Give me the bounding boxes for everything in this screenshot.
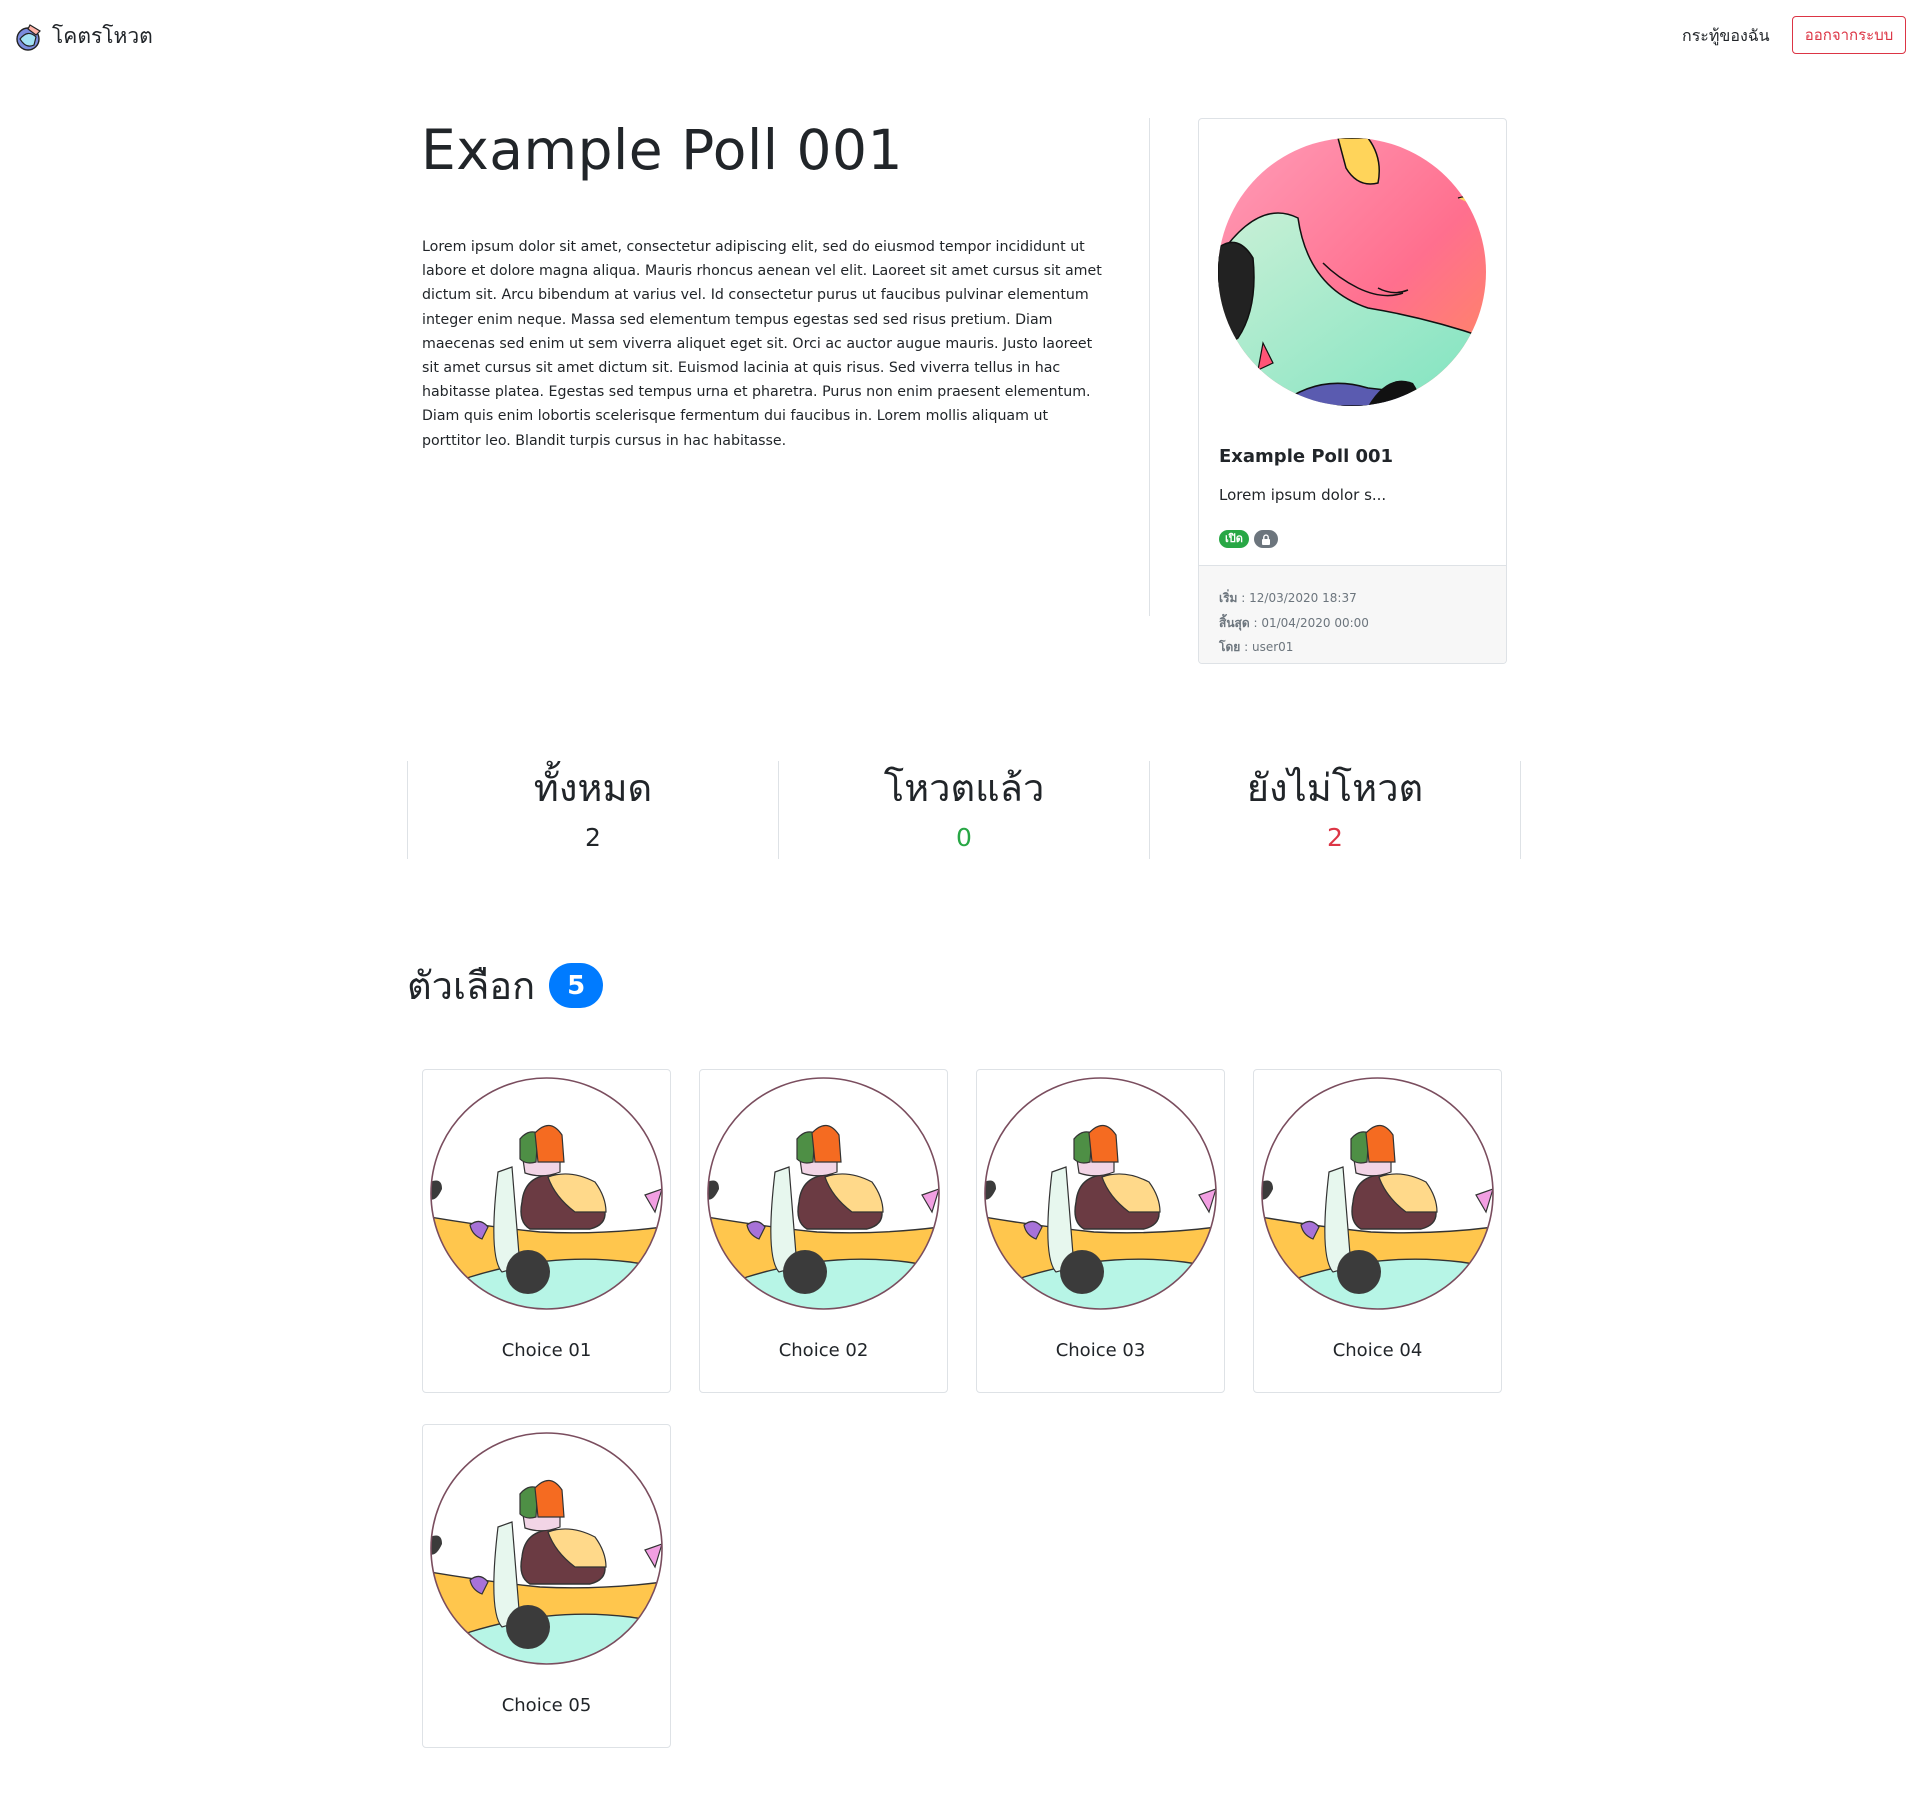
choice-label: Choice 02 xyxy=(778,1340,869,1361)
poll-description: Lorem ipsum dolor sit amet, consectetur … xyxy=(422,239,1102,449)
start-label: เริ่ม xyxy=(1219,591,1238,605)
choice-image xyxy=(707,1077,940,1310)
stat-total-value: 2 xyxy=(585,823,601,852)
stat-voted-label: โหวตแล้ว xyxy=(883,766,1045,810)
choice-label: Choice 01 xyxy=(501,1340,592,1361)
my-polls-link[interactable]: กระทู้ของฉัน xyxy=(1682,24,1770,49)
stat-not-voted-value: 2 xyxy=(1327,823,1343,852)
choice-image xyxy=(984,1077,1217,1310)
poll-summary-card: Example Poll 001 Lorem ipsum dolor s... … xyxy=(1198,118,1507,664)
stat-total-label: ทั้งหมด xyxy=(533,766,653,810)
choice-image xyxy=(1261,1077,1494,1310)
vertical-divider xyxy=(1149,118,1150,616)
brand[interactable]: โคตรโหวต xyxy=(14,20,153,53)
stat-total: ทั้งหมด 2 xyxy=(407,761,778,859)
poll-cover-image xyxy=(1218,138,1486,406)
card-title: Example Poll 001 xyxy=(1219,446,1394,467)
choice-image xyxy=(430,1432,663,1665)
choice-card[interactable]: Choice 04 xyxy=(1253,1069,1502,1393)
poll-title: Example Poll 001 xyxy=(421,118,903,182)
choices-title: ตัวเลือก xyxy=(407,964,536,1008)
end-value: : 01/04/2020 00:00 xyxy=(1253,615,1369,630)
end-date-row: สิ้นสุด : 01/04/2020 00:00 xyxy=(1219,611,1506,636)
by-value: : user01 xyxy=(1244,640,1294,654)
stat-not-voted-label: ยังไม่โหวต xyxy=(1246,766,1424,810)
lock-icon xyxy=(1253,530,1278,548)
brand-logo-icon xyxy=(16,23,41,51)
choice-label: Choice 05 xyxy=(501,1695,592,1716)
stat-voted-value: 0 xyxy=(956,823,972,852)
start-date-row: เริ่ม : 12/03/2020 18:37 xyxy=(1219,586,1506,611)
vote-stats: ทั้งหมด 2 โหวตแล้ว 0 ยังไม่โหวต 2 xyxy=(407,761,1521,859)
status-badges: เปิด xyxy=(1219,530,1278,548)
choice-card[interactable]: Choice 02 xyxy=(699,1069,948,1393)
card-excerpt: Lorem ipsum dolor s... xyxy=(1219,486,1387,504)
choice-label: Choice 04 xyxy=(1332,1340,1423,1361)
choices-count-badge: 5 xyxy=(549,963,604,1008)
logout-button[interactable]: ออกจากระบบ xyxy=(1792,16,1906,54)
start-value: : 12/03/2020 18:37 xyxy=(1241,591,1357,605)
choice-card[interactable]: Choice 01 xyxy=(422,1069,671,1393)
author-row: โดย : user01 xyxy=(1219,635,1506,660)
brand-name: โคตรโหวต xyxy=(52,24,153,48)
by-label: โดย xyxy=(1219,640,1241,654)
status-badge: เปิด xyxy=(1219,530,1249,548)
choices-heading: ตัวเลือก 5 xyxy=(407,955,604,1016)
card-footer: เริ่ม : 12/03/2020 18:37 สิ้นสุด : 01/04… xyxy=(1199,565,1506,663)
stat-voted: โหวตแล้ว 0 xyxy=(778,761,1149,859)
navbar: โคตรโหวต กระทู้ของฉัน ออกจากระบบ xyxy=(0,0,1920,70)
choice-image xyxy=(430,1077,663,1310)
choice-card[interactable]: Choice 03 xyxy=(976,1069,1225,1393)
choice-label: Choice 03 xyxy=(1055,1340,1146,1361)
stat-not-voted: ยังไม่โหวต 2 xyxy=(1149,761,1521,859)
end-label: สิ้นสุด xyxy=(1219,615,1250,630)
choice-card[interactable]: Choice 05 xyxy=(422,1424,671,1748)
